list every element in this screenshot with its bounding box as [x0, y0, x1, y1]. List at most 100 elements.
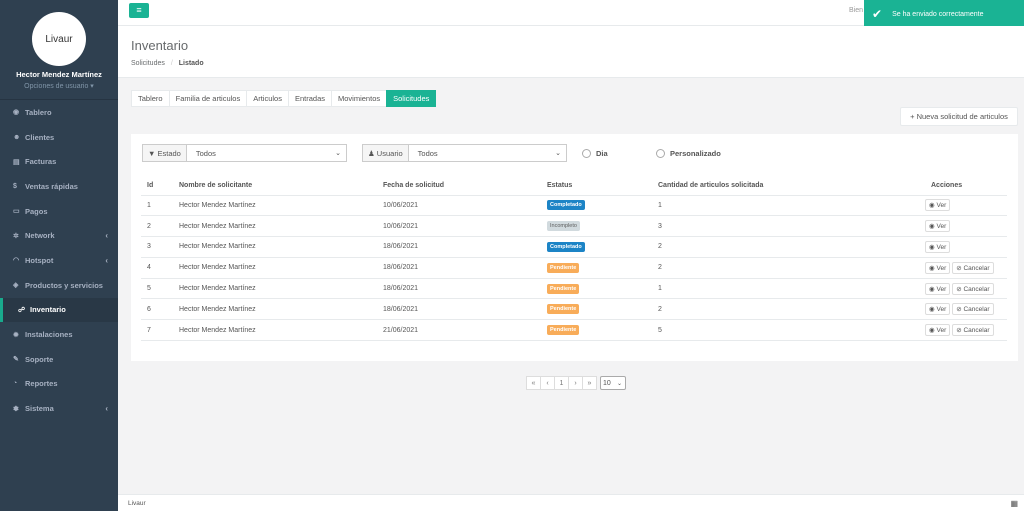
status-badge: Pendiente — [547, 304, 580, 315]
cell-estatus: Pendiente — [541, 257, 652, 279]
page-1-button[interactable]: 1 — [554, 376, 569, 390]
cancelar-button[interactable]: ⊘ Cancelar — [952, 324, 994, 337]
first-page-button[interactable]: « — [526, 376, 541, 390]
toast-message: Se ha enviado correctamente — [892, 10, 984, 18]
menu-toggle-button[interactable]: ≡ — [129, 3, 149, 18]
cell-fecha: 18/06/2021 — [377, 257, 541, 279]
sidebar-item-label: Ventas rápidas — [25, 181, 78, 191]
user-options-menu[interactable]: Opciones de usuario ▾ — [0, 82, 118, 90]
sidebar-item-network[interactable]: ✲ Network ‹ — [0, 223, 118, 248]
usuario-filter-label: ♟ Usuario — [363, 145, 409, 161]
cell-fecha: 21/06/2021 — [377, 319, 541, 342]
sidebar-item-label: Pagos — [25, 206, 48, 216]
footer-brand: Livaur — [128, 499, 146, 507]
status-badge: Pendiente — [547, 262, 580, 273]
ver-button[interactable]: ◉ Ver — [925, 282, 951, 295]
new-request-button[interactable]: + Nueva solicitud de articulos — [900, 107, 1018, 126]
ver-button[interactable]: ◉ Ver — [925, 303, 951, 316]
success-toast[interactable]: ✔ Se ha enviado correctamente — [864, 0, 1024, 28]
radio-personalizado[interactable]: Personalizado — [656, 149, 721, 158]
chevron-left-icon: ‹ — [105, 231, 108, 241]
sidebar-item-label: Tablero — [25, 107, 52, 117]
usuario-select-value: Todos — [417, 148, 438, 158]
page-header: Inventario Solicitudes / Listado — [118, 26, 1024, 78]
dollar-icon: $ — [13, 182, 17, 190]
estado-select[interactable]: Todos ⌄ — [187, 145, 346, 161]
cell-cantidad: 2 — [652, 236, 925, 258]
col-cantidad[interactable]: Cantidad de articulos solicitada — [652, 176, 925, 196]
sidebar: Livaur Hector Mendez Martínez Opciones d… — [0, 0, 118, 511]
usuario-select[interactable]: Todos ⌄ — [409, 145, 566, 161]
ver-button[interactable]: ◉ Ver — [925, 220, 951, 233]
ver-button[interactable]: ◉ Ver — [925, 240, 951, 253]
tab-movimientos[interactable]: Movimientos — [331, 90, 388, 107]
status-badge: Completado — [547, 241, 585, 252]
sidebar-item-ventas-rápidas[interactable]: $ Ventas rápidas — [0, 174, 118, 199]
col-fecha[interactable]: Fecha de solicitud — [377, 176, 541, 196]
cell-estatus: Completado — [541, 236, 652, 258]
cell-cantidad: 2 — [652, 257, 925, 279]
ver-button[interactable]: ◉ Ver — [925, 261, 951, 274]
sidebar-item-reportes[interactable]: ◔ Reportes — [0, 372, 118, 397]
table-row: 6 Hector Mendez Martínez 18/06/2021 Pendien… — [141, 298, 1007, 321]
cell-fecha: 18/06/2021 — [377, 278, 541, 300]
prev-page-button[interactable]: ‹ — [540, 376, 555, 390]
page-size-select[interactable]: 10 ⌄ — [600, 376, 626, 390]
cell-acciones: ◉ Ver — [925, 236, 1007, 258]
status-badge: Pendiente — [547, 283, 580, 294]
radio-circle — [582, 149, 591, 158]
cell-id: 6 — [141, 298, 173, 321]
col-id[interactable]: Id — [141, 176, 173, 196]
calculator-icon[interactable]: ▦ — [1010, 499, 1018, 508]
col-estatus[interactable]: Estatus — [541, 176, 652, 196]
sidebar-item-instalaciones[interactable]: ✹ Instalaciones — [0, 322, 118, 347]
cell-cantidad: 1 — [652, 195, 925, 217]
dashboard-icon: ◉ — [13, 109, 20, 117]
page-title: Inventario — [131, 38, 189, 53]
sidebar-item-soporte[interactable]: ✎ Soporte — [0, 347, 118, 372]
cell-estatus: Completado — [541, 195, 652, 217]
chevron-down-icon: ⌄ — [555, 150, 561, 157]
tab-solicitudes[interactable]: Solicitudes — [386, 90, 437, 107]
footer: Livaur ▦ — [118, 494, 1024, 511]
last-page-button[interactable]: » — [582, 376, 597, 390]
sidebar-item-productos-y-servicios[interactable]: ◈ Productos y servicios — [0, 273, 118, 298]
sidebar-item-label: Reportes — [25, 379, 58, 389]
radio-dia[interactable]: Dia — [582, 149, 608, 158]
table-body: 1 Hector Mendez Martínez 10/06/2021 Complet… — [141, 195, 1007, 342]
cancelar-button[interactable]: ⊘ Cancelar — [952, 303, 994, 316]
sidebar-item-pagos[interactable]: ▭ Pagos — [0, 199, 118, 224]
cancelar-button[interactable]: ⊘ Cancelar — [952, 261, 994, 274]
cell-acciones: ◉ Ver — [925, 195, 1007, 217]
sidebar-item-sistema[interactable]: ✽ Sistema ‹ — [0, 396, 118, 421]
cell-nombre: Hector Mendez Martínez — [173, 257, 377, 279]
ver-button[interactable]: ◉ Ver — [925, 199, 951, 212]
ver-button[interactable]: ◉ Ver — [925, 324, 951, 337]
cancelar-button[interactable]: ⊘ Cancelar — [952, 282, 994, 295]
sidebar-item-tablero[interactable]: ◉ Tablero — [0, 100, 118, 125]
tab-entradas[interactable]: Entradas — [287, 90, 333, 107]
breadcrumb-solicitudes[interactable]: Solicitudes — [131, 60, 165, 67]
breadcrumb-separator: / — [170, 60, 173, 67]
radio-personalizado-label: Personalizado — [670, 149, 721, 158]
sidebar-item-clientes[interactable]: ☻ Clientes — [0, 125, 118, 150]
cogs-icon: ✽ — [13, 405, 19, 413]
sidebar-item-inventario[interactable]: ☍ Inventario — [0, 297, 118, 323]
cell-id: 5 — [141, 278, 173, 300]
cell-nombre: Hector Mendez Martínez — [173, 298, 377, 321]
sidebar-item-label: Instalaciones — [25, 330, 73, 340]
estado-select-value: Todos — [195, 148, 216, 158]
cell-nombre: Hector Mendez Martínez — [173, 215, 377, 238]
chevron-down-icon: ⌄ — [335, 150, 341, 157]
next-page-button[interactable]: › — [568, 376, 583, 390]
tab-articulos[interactable]: Articulos — [246, 90, 289, 107]
profile-section: Livaur Hector Mendez Martínez Opciones d… — [0, 0, 118, 99]
sidebar-item-facturas[interactable]: ▤ Facturas — [0, 149, 118, 174]
tab-familia-de-articulos[interactable]: Familia de articulos — [168, 90, 248, 107]
status-badge: Incompleto — [547, 221, 580, 232]
sidebar-item-hotspot[interactable]: ◠ Hotspot ‹ — [0, 248, 118, 273]
cell-nombre: Hector Mendez Martínez — [173, 195, 377, 217]
tab-tablero[interactable]: Tablero — [131, 90, 170, 107]
table-row: 4 Hector Mendez Martínez 18/06/2021 Pendien… — [141, 257, 1007, 279]
col-nombre[interactable]: Nombre de solicitante — [173, 176, 377, 196]
